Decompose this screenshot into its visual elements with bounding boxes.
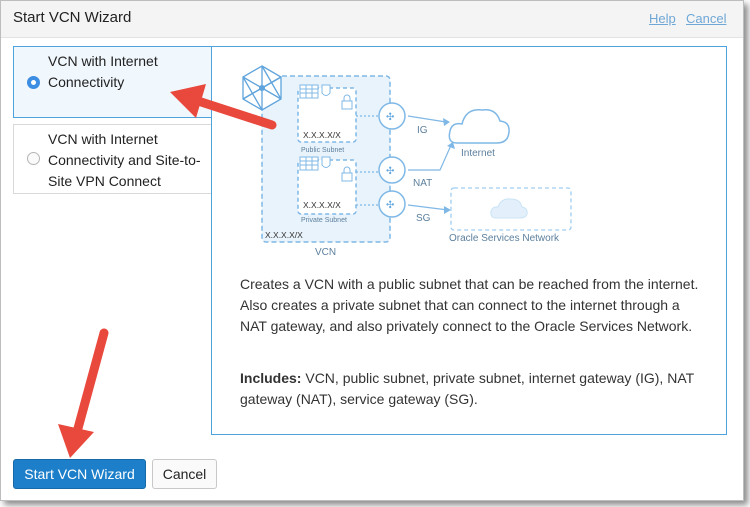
nat-gateway-icon: ✣ (378, 156, 406, 184)
nat-label: NAT (413, 178, 432, 189)
internet-cloud-icon (448, 108, 510, 144)
osn-label: Oracle Services Network (449, 233, 560, 244)
server-icon (299, 84, 319, 99)
svg-text:✣: ✣ (386, 200, 394, 211)
vcn-diagram: X.X.X.X/X Public Subnet X.X.X.X/X Privat… (242, 65, 572, 258)
includes-text: Includes: VCN, public subnet, private su… (240, 368, 710, 410)
svg-text:✣: ✣ (386, 166, 394, 177)
start-vcn-wizard-button[interactable]: Start VCN Wizard (13, 459, 146, 489)
internet-gateway-icon: ✣ (378, 102, 406, 130)
vcn-cidr-label: X.X.X.X/X (265, 230, 303, 240)
server-icon (299, 156, 319, 171)
private-cidr-label: X.X.X.X/X (303, 200, 341, 210)
private-subnet-label: Private Subnet (301, 217, 347, 224)
cancel-button[interactable]: Cancel (152, 459, 217, 489)
shield-icon (321, 84, 331, 96)
shield-icon (321, 156, 331, 168)
public-subnet-label: Public Subnet (301, 147, 344, 154)
includes-label: Includes: (240, 370, 302, 386)
public-cidr-label: X.X.X.X/X (303, 130, 341, 140)
option-description: Creates a VCN with a public subnet that … (240, 276, 699, 334)
svg-text:✣: ✣ (386, 112, 394, 123)
internet-label: Internet (461, 148, 495, 159)
includes-detail: VCN, public subnet, private subnet, inte… (240, 370, 694, 407)
sg-label: SG (416, 213, 431, 224)
vcn-label: VCN (315, 247, 336, 258)
service-gateway-icon: ✣ (378, 190, 406, 218)
ig-label: IG (417, 125, 428, 136)
